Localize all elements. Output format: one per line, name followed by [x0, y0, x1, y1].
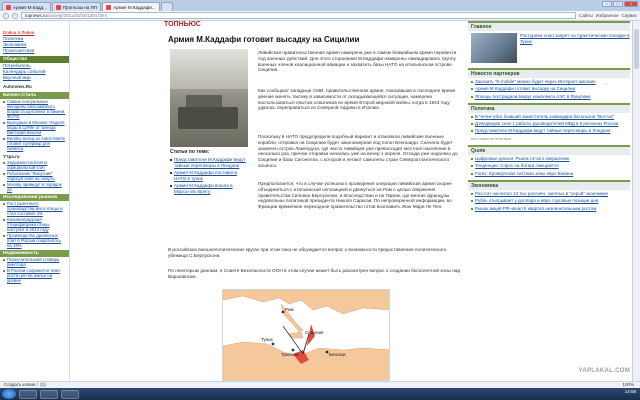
- map-label-rome: Рим: [285, 307, 294, 312]
- start-button[interactable]: [2, 389, 16, 399]
- related-article-link[interactable]: Армия М.Каддафи вошла в Марса-эль-Брегу: [170, 183, 248, 194]
- list-item[interactable]: Роботехник "Фокусник" обрисуя себя на см…: [0, 171, 69, 181]
- list-item[interactable]: Представители М.Каддафи ведут тайные пер…: [468, 127, 630, 134]
- favicon-icon: [6, 4, 11, 10]
- lead-story-photo[interactable]: [471, 33, 517, 63]
- new-tab-button[interactable]: [160, 2, 173, 11]
- list-item[interactable]: В России сохранится темп роста цен на жи…: [0, 268, 69, 283]
- list-item[interactable]: Заказать "E-mobile" можно будет через Ин…: [468, 78, 630, 85]
- section-title-realty: Недвижимость: [0, 250, 69, 257]
- maximize-icon[interactable]: □: [613, 1, 623, 7]
- window-controls: – □ ×: [602, 1, 638, 7]
- taskbar-app[interactable]: [40, 389, 58, 399]
- map-label-benghazi: Бенгази: [329, 352, 346, 357]
- menu-tools[interactable]: Сервис: [622, 13, 637, 18]
- list-item[interactable]: Задержан на Египте официальный спит: [0, 160, 69, 170]
- list-item[interactable]: Москву приведут в порядок до: [0, 182, 69, 192]
- back-icon[interactable]: ‹: [3, 12, 9, 19]
- list-item[interactable]: Цифровые деньги: Рынок готов к свершению: [468, 155, 630, 162]
- list-item[interactable]: Рубль отыгрывает у доллара и евро торгов…: [468, 197, 630, 204]
- favicon-icon: [55, 4, 61, 10]
- section-title-business: Бизнес-Стиль: [0, 92, 69, 99]
- map-label-sicily: Сицилия: [305, 330, 324, 335]
- section-title-partners: Новости партнеров: [468, 68, 630, 78]
- list-item[interactable]: Армия М.Каддафи готовит высадку на Сицил…: [468, 85, 630, 92]
- lead-story[interactable]: Ростуризм снял запрет на туристические п…: [468, 31, 630, 65]
- forward-icon[interactable]: ›: [12, 12, 18, 19]
- map-label-tripoli: Триполи: [281, 352, 299, 357]
- article-photo: [170, 49, 248, 147]
- section-title-market: Исследования рынков: [0, 194, 69, 201]
- article-title: Армия М.Каддафи готовит высадку на Сицил…: [168, 35, 360, 44]
- list-item[interactable]: Производство древесных плит в России сок…: [0, 233, 69, 248]
- close-icon[interactable]: ×: [624, 1, 638, 7]
- nav-section-society[interactable]: Общество: [0, 56, 69, 63]
- list-item[interactable]: Калининградская птицефабрика птицы насту…: [0, 217, 69, 232]
- more-politics-link[interactable]: все новости политики: [468, 135, 630, 142]
- list-item[interactable]: Тенденции: Спрос на ботаги смещается: [468, 162, 630, 169]
- section-title-main: Главное: [468, 21, 630, 31]
- taskbar: 14:58: [0, 388, 640, 400]
- list-item[interactable]: Самые сексуальные женщины бальзамового в…: [0, 99, 69, 119]
- list-item[interactable]: Переучительский словарь риелтора: [0, 257, 69, 267]
- taskbar-app[interactable]: [61, 389, 79, 399]
- related-article-link[interactable]: Армия М.Каддафи поставила НАТО в тупик: [170, 170, 248, 181]
- right-sidebar: Главное Ростуризм снял запрет на туристи…: [468, 21, 630, 381]
- article-paragraph: Как сообщают западные СМИ, правительстве…: [258, 88, 456, 111]
- address-bar[interactable]: topnews.ru/society/2011/03/18/1304.html: [21, 12, 577, 19]
- nav-link-incidents[interactable]: Происшествия: [0, 48, 69, 54]
- status-bar: Создать копию / (1) 100%: [0, 381, 640, 388]
- system-clock[interactable]: 14:58: [625, 389, 636, 394]
- status-text: Создать копию / (1): [4, 382, 46, 387]
- list-item[interactable]: Forex: Кроверчская система зоны евро Вов…: [468, 170, 630, 177]
- article-paragraph: Предполагается, что в случае успешного п…: [258, 181, 452, 210]
- menu-favorites[interactable]: Избранное: [596, 13, 619, 18]
- article-map: Рим Тунис Триполи Сицилия Бенгази: [222, 289, 390, 381]
- list-item[interactable]: Японцы пострадали вокруг комплекса АЭС в…: [468, 93, 630, 100]
- left-sidebar: Война в Ливии Политика Экономика Происше…: [0, 21, 70, 381]
- web-page: Война в Ливии Политика Экономика Происше…: [0, 21, 632, 381]
- article-paragraph: Ливийская правительственная армия намере…: [258, 50, 457, 73]
- minimize-icon[interactable]: –: [602, 1, 612, 7]
- list-item[interactable]: Д.Медведев снял с работы руководителей М…: [468, 120, 630, 127]
- list-item[interactable]: Росстат насчитал 13 тыс россиян, занятых…: [468, 190, 630, 197]
- autonews-logo[interactable]: Autonews.Ru: [0, 83, 69, 90]
- favicon-icon: [106, 4, 112, 10]
- browser-tab-active[interactable]: Армия М.Каддафи...: [102, 2, 160, 11]
- browser-tab[interactable]: Прогнозы на ЯП: [51, 2, 102, 11]
- article-area: ТОПНЬЮС Армия М.Каддафи готовит высадку …: [72, 21, 464, 381]
- article-paragraph: В российских внешнеполитических кругах п…: [168, 247, 447, 258]
- related-article-link[interactable]: Представители М.Каддафи ведут тайные пер…: [170, 157, 248, 168]
- browser-tab[interactable]: Армия М.Кадд...: [2, 2, 51, 11]
- article-paragraph: По некоторым данным, в Совете Безопаснос…: [168, 268, 461, 279]
- list-item[interactable]: Рынок акций РФ начал II квартал незначит…: [468, 205, 630, 212]
- section-title-yapa: Y'tpa.ru: [3, 154, 20, 159]
- taskbar-app[interactable]: [19, 389, 37, 399]
- related-articles-title: Статьи по теме:: [170, 149, 210, 155]
- section-title-politics: Политика: [468, 102, 630, 113]
- mediterranean-map: Рим Тунис Триполи Сицилия Бенгази: [223, 290, 389, 380]
- list-item[interactable]: Рост рыночного производства мясо-птицы и…: [0, 201, 69, 216]
- list-item[interactable]: Выходные в Москве: Неделя моды в ЦУМе от…: [0, 120, 69, 135]
- scrollbar-thumb[interactable]: [634, 29, 639, 69]
- map-label-tunis: Тунис: [261, 337, 274, 342]
- section-title-economy: Экономика: [468, 179, 630, 190]
- article-paragraph: Поскольку в НАТО предупредили подобный в…: [258, 134, 458, 168]
- vertical-scrollbar[interactable]: [632, 21, 640, 381]
- section-title-quote: Quote: [468, 145, 630, 156]
- list-item[interactable]: В Чечне убит бывший заместитель командир…: [468, 113, 630, 120]
- site-logo[interactable]: ТОПНЬЮС: [164, 21, 201, 28]
- browser-tab-bar: Армия М.Кадд... Прогнозы на ЯП Армия М.К…: [0, 0, 640, 11]
- browser-menu: Сайты Избранное Сервис: [579, 13, 637, 18]
- related-articles: Статьи по теме: Представители М.Каддафи …: [170, 149, 248, 196]
- browser-nav-bar: ‹ › topnews.ru/society/2011/03/18/1304.h…: [0, 11, 640, 21]
- menu-sites[interactable]: Сайты: [579, 13, 593, 18]
- nav-link-tasty-world[interactable]: Вкусный мир: [0, 75, 69, 81]
- watermark: YAPLAKAL.COM: [578, 368, 630, 374]
- list-item[interactable]: Bentley вслед за Aston Martin готовит су…: [0, 136, 69, 151]
